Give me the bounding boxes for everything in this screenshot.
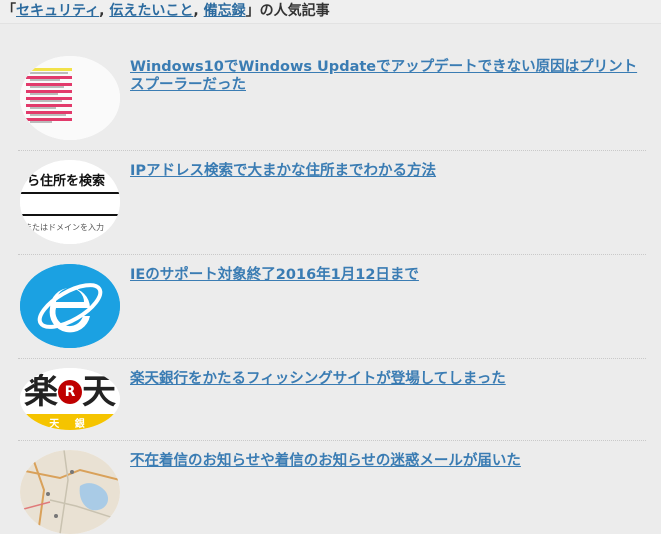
windows-update-error-thumbnail[interactable] [20,56,120,140]
header-bracket-open: 「 [2,3,16,19]
rakuten-text-bottom: 天 銀 [49,419,91,430]
tag-link-security[interactable]: セキュリティ [16,3,99,19]
article-title-link[interactable]: Windows10でWindows Updateでアップデートできない原因はプリ… [130,58,644,94]
tag-link-message[interactable]: 伝えたいこと [109,3,193,19]
header-separator: , [193,3,199,19]
article-item: Windows10でWindows Updateでアップデートできない原因はプリ… [18,56,646,140]
rakuten-text-right: 天 [82,372,116,412]
rakuten-badge-text: R [64,384,76,400]
article-divider [18,358,646,359]
thumb-text-bottom: またはドメインを入力 [24,223,104,232]
popular-articles-header: 「セキュリティ, 伝えたいこと, 備忘録」の人気記事 [0,0,661,24]
header-separator: , [99,3,105,19]
thumb-text-top: から住所を検索 [20,174,106,189]
article-item: から住所を検索 またはドメインを入力 IPアドレス検索で大まかな住所までわかる方… [18,160,646,244]
ip-address-lookup-thumbnail[interactable]: から住所を検索 またはドメインを入力 [20,160,120,244]
rakuten-bank-logo[interactable]: 楽 R 天 天 銀 [20,368,120,430]
rakuten-text-left: 楽 [24,372,58,412]
article-divider [18,150,646,151]
article-divider [18,440,646,441]
article-title-link[interactable]: 楽天銀行をかたるフィッシングサイトが登場してしまった [130,370,644,388]
article-item: 不在着信のお知らせや着信のお知らせの迷惑メールが届いた [18,450,646,534]
article-divider [18,254,646,255]
article-title-link[interactable]: IEのサポート対象終了2016年1月12日まで [130,266,644,284]
article-title-link[interactable]: 不在着信のお知らせや着信のお知らせの迷惑メールが届いた [130,452,644,470]
article-title-link[interactable]: IPアドレス検索で大まかな住所までわかる方法 [130,162,644,180]
article-item: IEのサポート対象終了2016年1月12日まで [18,264,646,348]
header-suffix: の人気記事 [259,3,330,19]
article-item: 楽 R 天 天 銀 楽天銀行をかたるフィッシングサイトが登場してしまった [18,368,646,430]
map-thumbnail[interactable] [20,450,120,534]
internet-explorer-logo[interactable] [20,264,120,348]
header-bracket-close: 」 [245,3,260,19]
tag-link-memo[interactable]: 備忘録 [204,3,246,19]
